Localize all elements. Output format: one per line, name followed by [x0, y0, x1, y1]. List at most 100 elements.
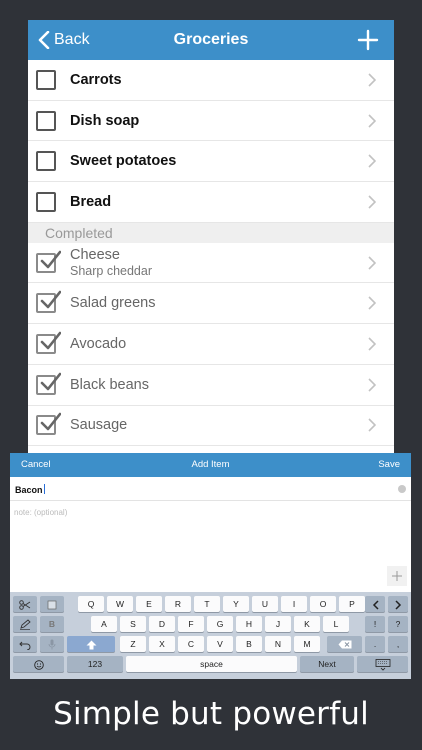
draw-key[interactable]	[13, 616, 37, 632]
delete-key[interactable]	[327, 636, 362, 652]
pen-icon	[20, 619, 31, 631]
item-text: Sweet potatoes	[70, 153, 176, 169]
checkbox[interactable]	[36, 151, 56, 172]
key-l[interactable]: L	[323, 616, 349, 632]
checkbox-checked[interactable]	[36, 290, 61, 314]
key-g[interactable]: G	[207, 616, 233, 632]
item-name-value: Bacon	[15, 485, 43, 495]
key-o[interactable]: O	[310, 596, 336, 612]
key-e[interactable]: E	[136, 596, 162, 612]
key-i[interactable]: I	[281, 596, 307, 612]
plus-icon[interactable]	[387, 566, 407, 586]
period-key[interactable]: .	[365, 636, 385, 652]
chevron-right-icon	[368, 296, 376, 310]
copy-icon	[47, 600, 57, 610]
copy-key[interactable]	[40, 596, 64, 612]
item-label: Carrots	[70, 71, 122, 88]
key-k[interactable]: K	[294, 616, 320, 632]
item-text: Cheese Sharp cheddar	[70, 247, 152, 278]
list-item[interactable]: Carrots	[28, 60, 394, 101]
key-h[interactable]: H	[236, 616, 262, 632]
key-u[interactable]: U	[252, 596, 278, 612]
exclamation-key[interactable]: !	[365, 616, 385, 632]
key-q[interactable]: Q	[78, 596, 104, 612]
cut-key[interactable]	[13, 596, 37, 612]
item-label: Sweet potatoes	[70, 153, 177, 170]
checkbox[interactable]	[36, 191, 56, 212]
key-w[interactable]: W	[107, 596, 133, 612]
key-x[interactable]: X	[149, 636, 175, 652]
list-item-completed[interactable]: Black beans	[28, 365, 394, 406]
chevron-right-icon	[368, 378, 376, 392]
cursor-left-key[interactable]	[365, 596, 385, 612]
key-r[interactable]: R	[165, 596, 191, 612]
list-item-completed[interactable]: Sausage	[28, 406, 394, 447]
checkbox[interactable]	[36, 110, 56, 131]
keyboard-dismiss-icon	[375, 658, 390, 671]
key-j[interactable]: J	[265, 616, 291, 632]
item-text: Dish soap	[70, 113, 139, 129]
text-cursor	[43, 484, 45, 494]
numbers-key[interactable]: 123	[67, 656, 123, 672]
chevron-right-icon	[368, 113, 376, 128]
key-v[interactable]: V	[207, 636, 233, 652]
item-text: Carrots	[70, 72, 122, 88]
checkmark-icon	[40, 372, 61, 390]
emoji-key[interactable]	[13, 656, 64, 672]
bold-icon: B	[48, 619, 56, 629]
bold-key[interactable]: B	[40, 616, 64, 632]
key-p[interactable]: P	[339, 596, 365, 612]
key-s[interactable]: S	[120, 616, 146, 632]
next-key[interactable]: Next	[300, 656, 354, 672]
undo-icon	[19, 641, 31, 651]
checkbox-checked[interactable]	[36, 413, 61, 436]
item-name-input[interactable]: Bacon	[10, 477, 411, 501]
scissors-icon	[19, 600, 31, 610]
key-m[interactable]: M	[294, 636, 320, 652]
checkbox-checked[interactable]	[36, 331, 61, 354]
list-item[interactable]: Dish soap	[28, 101, 394, 142]
completed-section-header: Completed	[28, 222, 394, 243]
shift-arrow-icon	[86, 640, 96, 650]
keyboard: B ! ? . , 123 space Next Q W E R T Y U I…	[10, 592, 411, 679]
key-c[interactable]: C	[178, 636, 204, 652]
key-t[interactable]: T	[194, 596, 220, 612]
note-input[interactable]: note: (optional)	[10, 501, 411, 586]
nav-bar: Back Groceries	[28, 20, 394, 60]
space-key[interactable]: space	[126, 656, 297, 672]
checkbox[interactable]	[36, 69, 56, 90]
list-item-completed[interactable]: Cheese Sharp cheddar	[28, 243, 394, 284]
cursor-right-key[interactable]	[388, 596, 408, 612]
backspace-icon	[338, 640, 351, 649]
item-text: Salad greens	[70, 295, 155, 311]
add-icon[interactable]	[356, 28, 380, 52]
key-n[interactable]: N	[265, 636, 291, 652]
undo-key[interactable]	[13, 636, 37, 652]
list-item[interactable]: Sweet potatoes	[28, 141, 394, 183]
key-y[interactable]: Y	[223, 596, 249, 612]
list-item[interactable]: Bread	[28, 182, 394, 223]
completed-items-list: Cheese Sharp cheddar Salad greens Avocado Bl…	[28, 243, 394, 447]
chevron-right-icon	[368, 256, 376, 270]
item-text: Avocado	[70, 336, 126, 352]
key-a[interactable]: A	[91, 616, 117, 632]
key-d[interactable]: D	[149, 616, 175, 632]
tagline: Simple but powerful	[53, 696, 369, 732]
clear-icon[interactable]	[398, 485, 406, 493]
key-z[interactable]: Z	[120, 636, 146, 652]
hide-keyboard-key[interactable]	[357, 656, 408, 672]
checkbox-checked[interactable]	[36, 250, 61, 273]
key-f[interactable]: F	[178, 616, 204, 632]
list-item-completed[interactable]: Salad greens	[28, 283, 394, 325]
list-item-completed[interactable]: Avocado	[28, 324, 394, 365]
question-key[interactable]: ?	[388, 616, 408, 632]
chevron-right-icon	[368, 154, 376, 168]
save-button[interactable]: Save	[378, 453, 400, 477]
item-label: Cheese	[70, 247, 120, 264]
shift-key[interactable]	[67, 636, 115, 652]
dictation-key[interactable]	[40, 636, 64, 652]
checkbox-checked[interactable]	[36, 372, 61, 395]
comma-key[interactable]: ,	[388, 636, 408, 652]
item-label: Bread	[70, 193, 112, 210]
key-b[interactable]: B	[236, 636, 262, 652]
